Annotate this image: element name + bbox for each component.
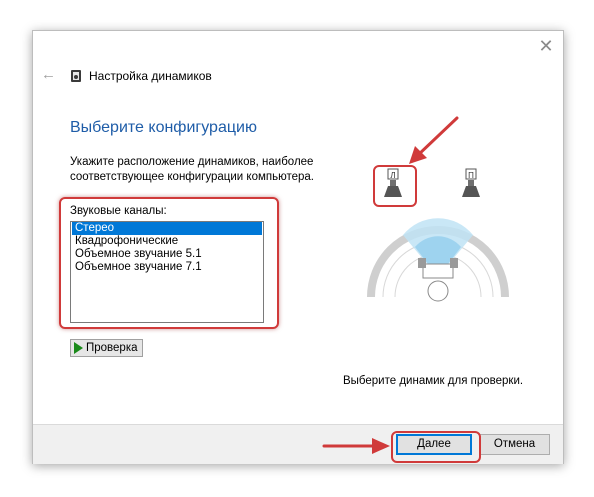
footer-bar: Далее Отмена (33, 424, 563, 464)
speaker-app-icon (71, 70, 81, 82)
cancel-button[interactable]: Отмена (479, 434, 550, 455)
page-title: Выберите конфигурацию (70, 119, 257, 136)
channel-item-7-1[interactable]: Объемное звучание 7.1 (72, 261, 262, 274)
back-arrow-icon[interactable]: ← (41, 67, 57, 83)
hint-text: Выберите динамик для проверки. (343, 375, 524, 387)
window-title: Настройка динамиков (89, 69, 212, 83)
channel-item-5-1[interactable]: Объемное звучание 5.1 (72, 248, 262, 261)
channel-item-quadro[interactable]: Квадрофонические (72, 235, 262, 248)
play-icon (74, 342, 83, 354)
speaker-right-label: П (468, 171, 474, 180)
speaker-right-icon[interactable]: П (456, 167, 486, 201)
channels-label: Звуковые каналы: (70, 205, 167, 217)
next-highlight-frame (391, 431, 481, 463)
close-icon[interactable]: ✕ (537, 37, 555, 55)
speaker-setup-dialog: ✕ ← Настройка динамиков Выберите конфигу… (32, 30, 564, 464)
channel-item-stereo[interactable]: Стерео (72, 222, 262, 235)
instruction-text: Укажите расположение динамиков, наиболее… (70, 156, 314, 183)
channels-listbox[interactable]: Стерео Квадрофонические Объемное звучани… (70, 221, 264, 323)
speaker-highlight-frame (373, 165, 417, 207)
test-button-label: Проверка (86, 342, 138, 354)
test-button[interactable]: Проверка (70, 339, 143, 357)
